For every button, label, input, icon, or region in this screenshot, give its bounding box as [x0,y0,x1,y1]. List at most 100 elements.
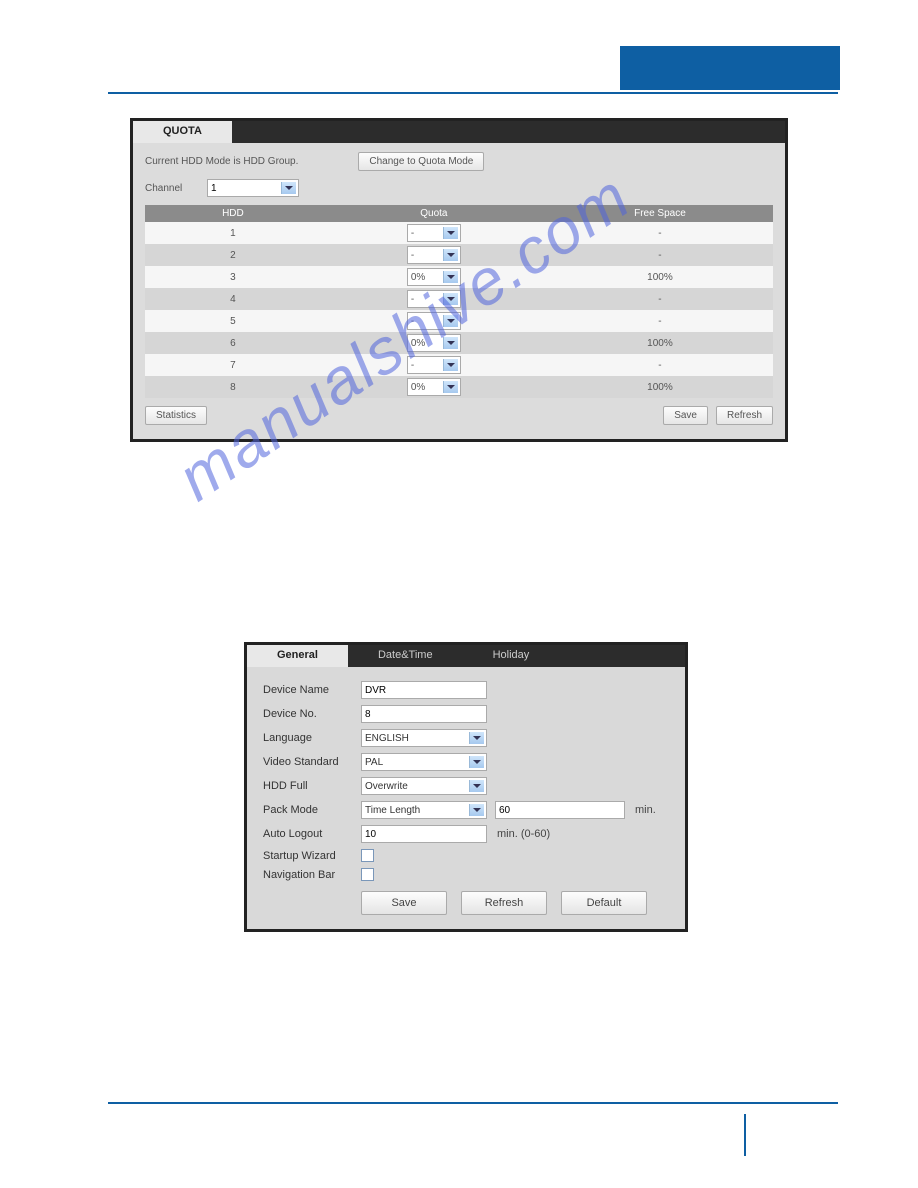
free-space-cell: - [547,244,773,266]
hdd-full-value: Overwrite [365,781,408,792]
device-name-input[interactable] [361,681,487,699]
general-panel: General Date&Time Holiday Device Name De… [244,642,688,932]
channel-label: Channel [145,183,207,194]
table-row: 4-- [145,288,773,310]
pack-mode-label: Pack Mode [263,804,361,816]
quota-cell: 0% [321,332,547,354]
hdd-full-label: HDD Full [263,780,361,792]
quota-select[interactable]: - [407,224,461,242]
quota-cell: - [321,222,547,244]
free-space-cell: - [547,310,773,332]
tab-general[interactable]: General [247,645,348,667]
chevron-down-icon [447,275,455,279]
auto-logout-label: Auto Logout [263,828,361,840]
chevron-down-icon [447,253,455,257]
chevron-down-icon [447,231,455,235]
video-standard-value: PAL [365,757,383,768]
auto-logout-input[interactable] [361,825,487,843]
startup-wizard-label: Startup Wizard [263,850,361,862]
hdd-cell: 6 [145,332,321,354]
chevron-down-icon [447,341,455,345]
general-save-button[interactable]: Save [361,891,447,915]
video-standard-label: Video Standard [263,756,361,768]
startup-wizard-checkbox[interactable] [361,849,374,862]
free-space-cell: 100% [547,376,773,398]
tab-datetime[interactable]: Date&Time [348,645,463,667]
quota-cell: 0% [321,266,547,288]
video-standard-select[interactable]: PAL [361,753,487,771]
statistics-button[interactable]: Statistics [145,406,207,425]
free-space-cell: - [547,354,773,376]
top-rule [108,92,838,94]
quota-select[interactable]: - [407,290,461,308]
pack-mode-minutes-input[interactable] [495,801,625,819]
quota-cell: - [321,244,547,266]
navigation-bar-label: Navigation Bar [263,869,361,881]
free-space-cell: - [547,222,773,244]
language-value: ENGLISH [365,733,409,744]
language-label: Language [263,732,361,744]
chevron-down-icon [447,385,455,389]
table-row: 30%100% [145,266,773,288]
free-space-cell: - [547,288,773,310]
quota-value: - [411,250,414,261]
pack-mode-select[interactable]: Time Length [361,801,487,819]
quota-value: 0% [411,382,425,393]
chevron-down-icon [473,808,481,812]
quota-cell: - [321,288,547,310]
top-header-block [620,46,840,90]
chevron-down-icon [447,297,455,301]
table-row: 1 - - [145,222,773,244]
quota-select[interactable]: - [407,356,461,374]
quota-cell: - [321,354,547,376]
tab-holiday[interactable]: Holiday [463,645,560,667]
quota-save-button[interactable]: Save [663,406,708,425]
change-to-quota-mode-button[interactable]: Change to Quota Mode [358,152,484,171]
quota-cell: - [321,310,547,332]
quota-select[interactable]: 0% [407,378,461,396]
quota-value: - [411,316,414,327]
auto-logout-unit: min. (0-60) [497,828,550,840]
chevron-down-icon [447,319,455,323]
hdd-full-select[interactable]: Overwrite [361,777,487,795]
right-accent [744,1114,746,1156]
hdd-cell: 5 [145,310,321,332]
channel-select[interactable]: 1 [207,179,299,197]
quota-panel: QUOTA Current HDD Mode is HDD Group. Cha… [130,118,788,442]
navigation-bar-checkbox[interactable] [361,868,374,881]
quota-select[interactable]: - [407,312,461,330]
bottom-rule [108,1102,838,1104]
device-no-input[interactable] [361,705,487,723]
hdd-cell: 2 [145,244,321,266]
device-name-label: Device Name [263,684,361,696]
quota-value: - [411,294,414,305]
col-quota: Quota [321,205,547,222]
chevron-down-icon [473,736,481,740]
hdd-cell: 1 [145,222,321,244]
table-row: 5 - - [145,310,773,332]
chevron-down-icon [473,784,481,788]
general-tabbar: General Date&Time Holiday [247,645,685,667]
pack-mode-unit: min. [635,804,656,816]
chevron-down-icon [473,760,481,764]
col-hdd: HDD [145,205,321,222]
quota-cell: 0% [321,376,547,398]
table-row: 6 0% 100% [145,332,773,354]
quota-value: - [411,360,414,371]
free-space-cell: 100% [547,332,773,354]
col-free: Free Space [547,205,773,222]
quota-select[interactable]: 0% [407,334,461,352]
general-default-button[interactable]: Default [561,891,647,915]
table-row: 7-- [145,354,773,376]
tab-quota[interactable]: QUOTA [133,121,232,143]
quota-tabbar: QUOTA [133,121,785,143]
hdd-quota-table: HDD Quota Free Space 1--2--30%100%4--5--… [145,205,773,398]
quota-value: 0% [411,272,425,283]
language-select[interactable]: ENGLISH [361,729,487,747]
quota-select[interactable]: - [407,246,461,264]
table-row: 2 - - [145,244,773,266]
general-refresh-button[interactable]: Refresh [461,891,547,915]
quota-refresh-button[interactable]: Refresh [716,406,773,425]
pack-mode-value: Time Length [365,805,420,816]
quota-select[interactable]: 0% [407,268,461,286]
